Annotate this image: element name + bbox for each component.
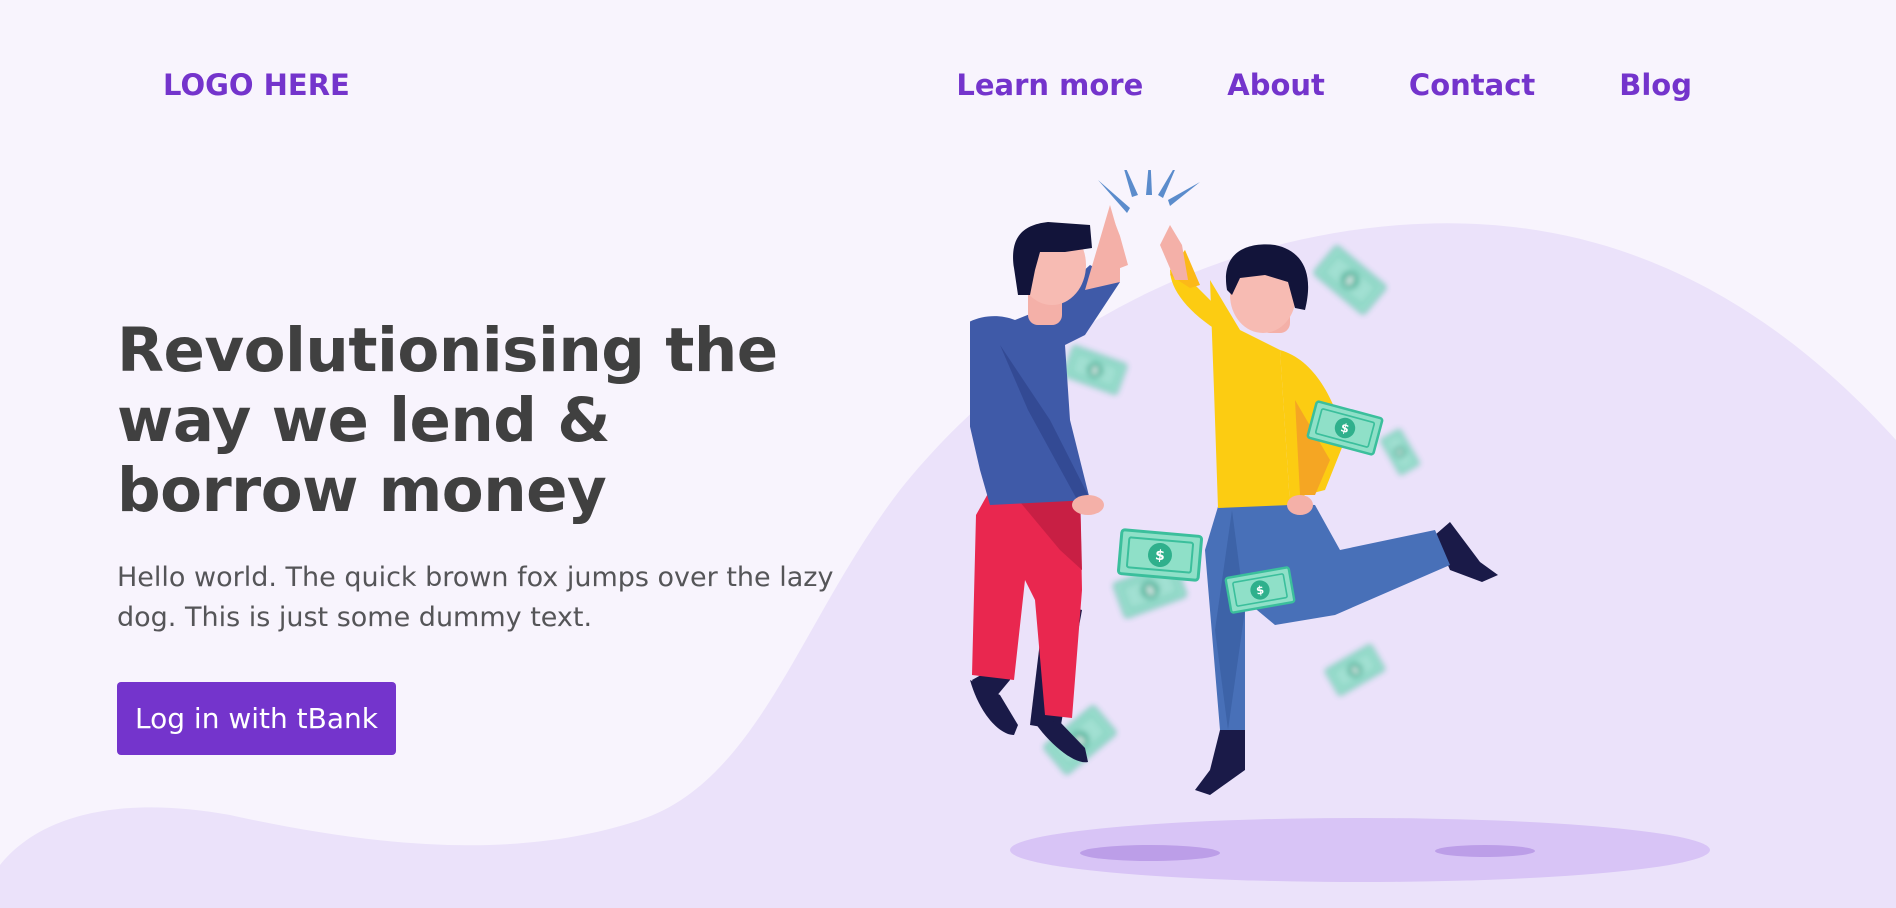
- nav-about[interactable]: About: [1227, 68, 1325, 102]
- person-left: [970, 205, 1128, 763]
- nav-blog[interactable]: Blog: [1619, 68, 1692, 102]
- main-nav: Learn more About Contact Blog: [956, 68, 1692, 102]
- nav-contact[interactable]: Contact: [1409, 68, 1535, 102]
- high-five-illustration: $: [970, 170, 1710, 882]
- hero-section: Revolutionising the way we lend & borrow…: [117, 316, 877, 638]
- site-header: LOGO HERE Learn more About Contact Blog: [0, 0, 1896, 170]
- logo[interactable]: LOGO HERE: [163, 68, 350, 102]
- hero-title: Revolutionising the way we lend & borrow…: [117, 315, 778, 526]
- burst-icon: [1098, 170, 1200, 213]
- hero-subtitle: Hello world. The quick brown fox jumps o…: [117, 562, 834, 633]
- person-right: [1160, 225, 1498, 795]
- nav-learn-more[interactable]: Learn more: [956, 68, 1143, 102]
- login-button[interactable]: Log in with tBank: [117, 682, 396, 755]
